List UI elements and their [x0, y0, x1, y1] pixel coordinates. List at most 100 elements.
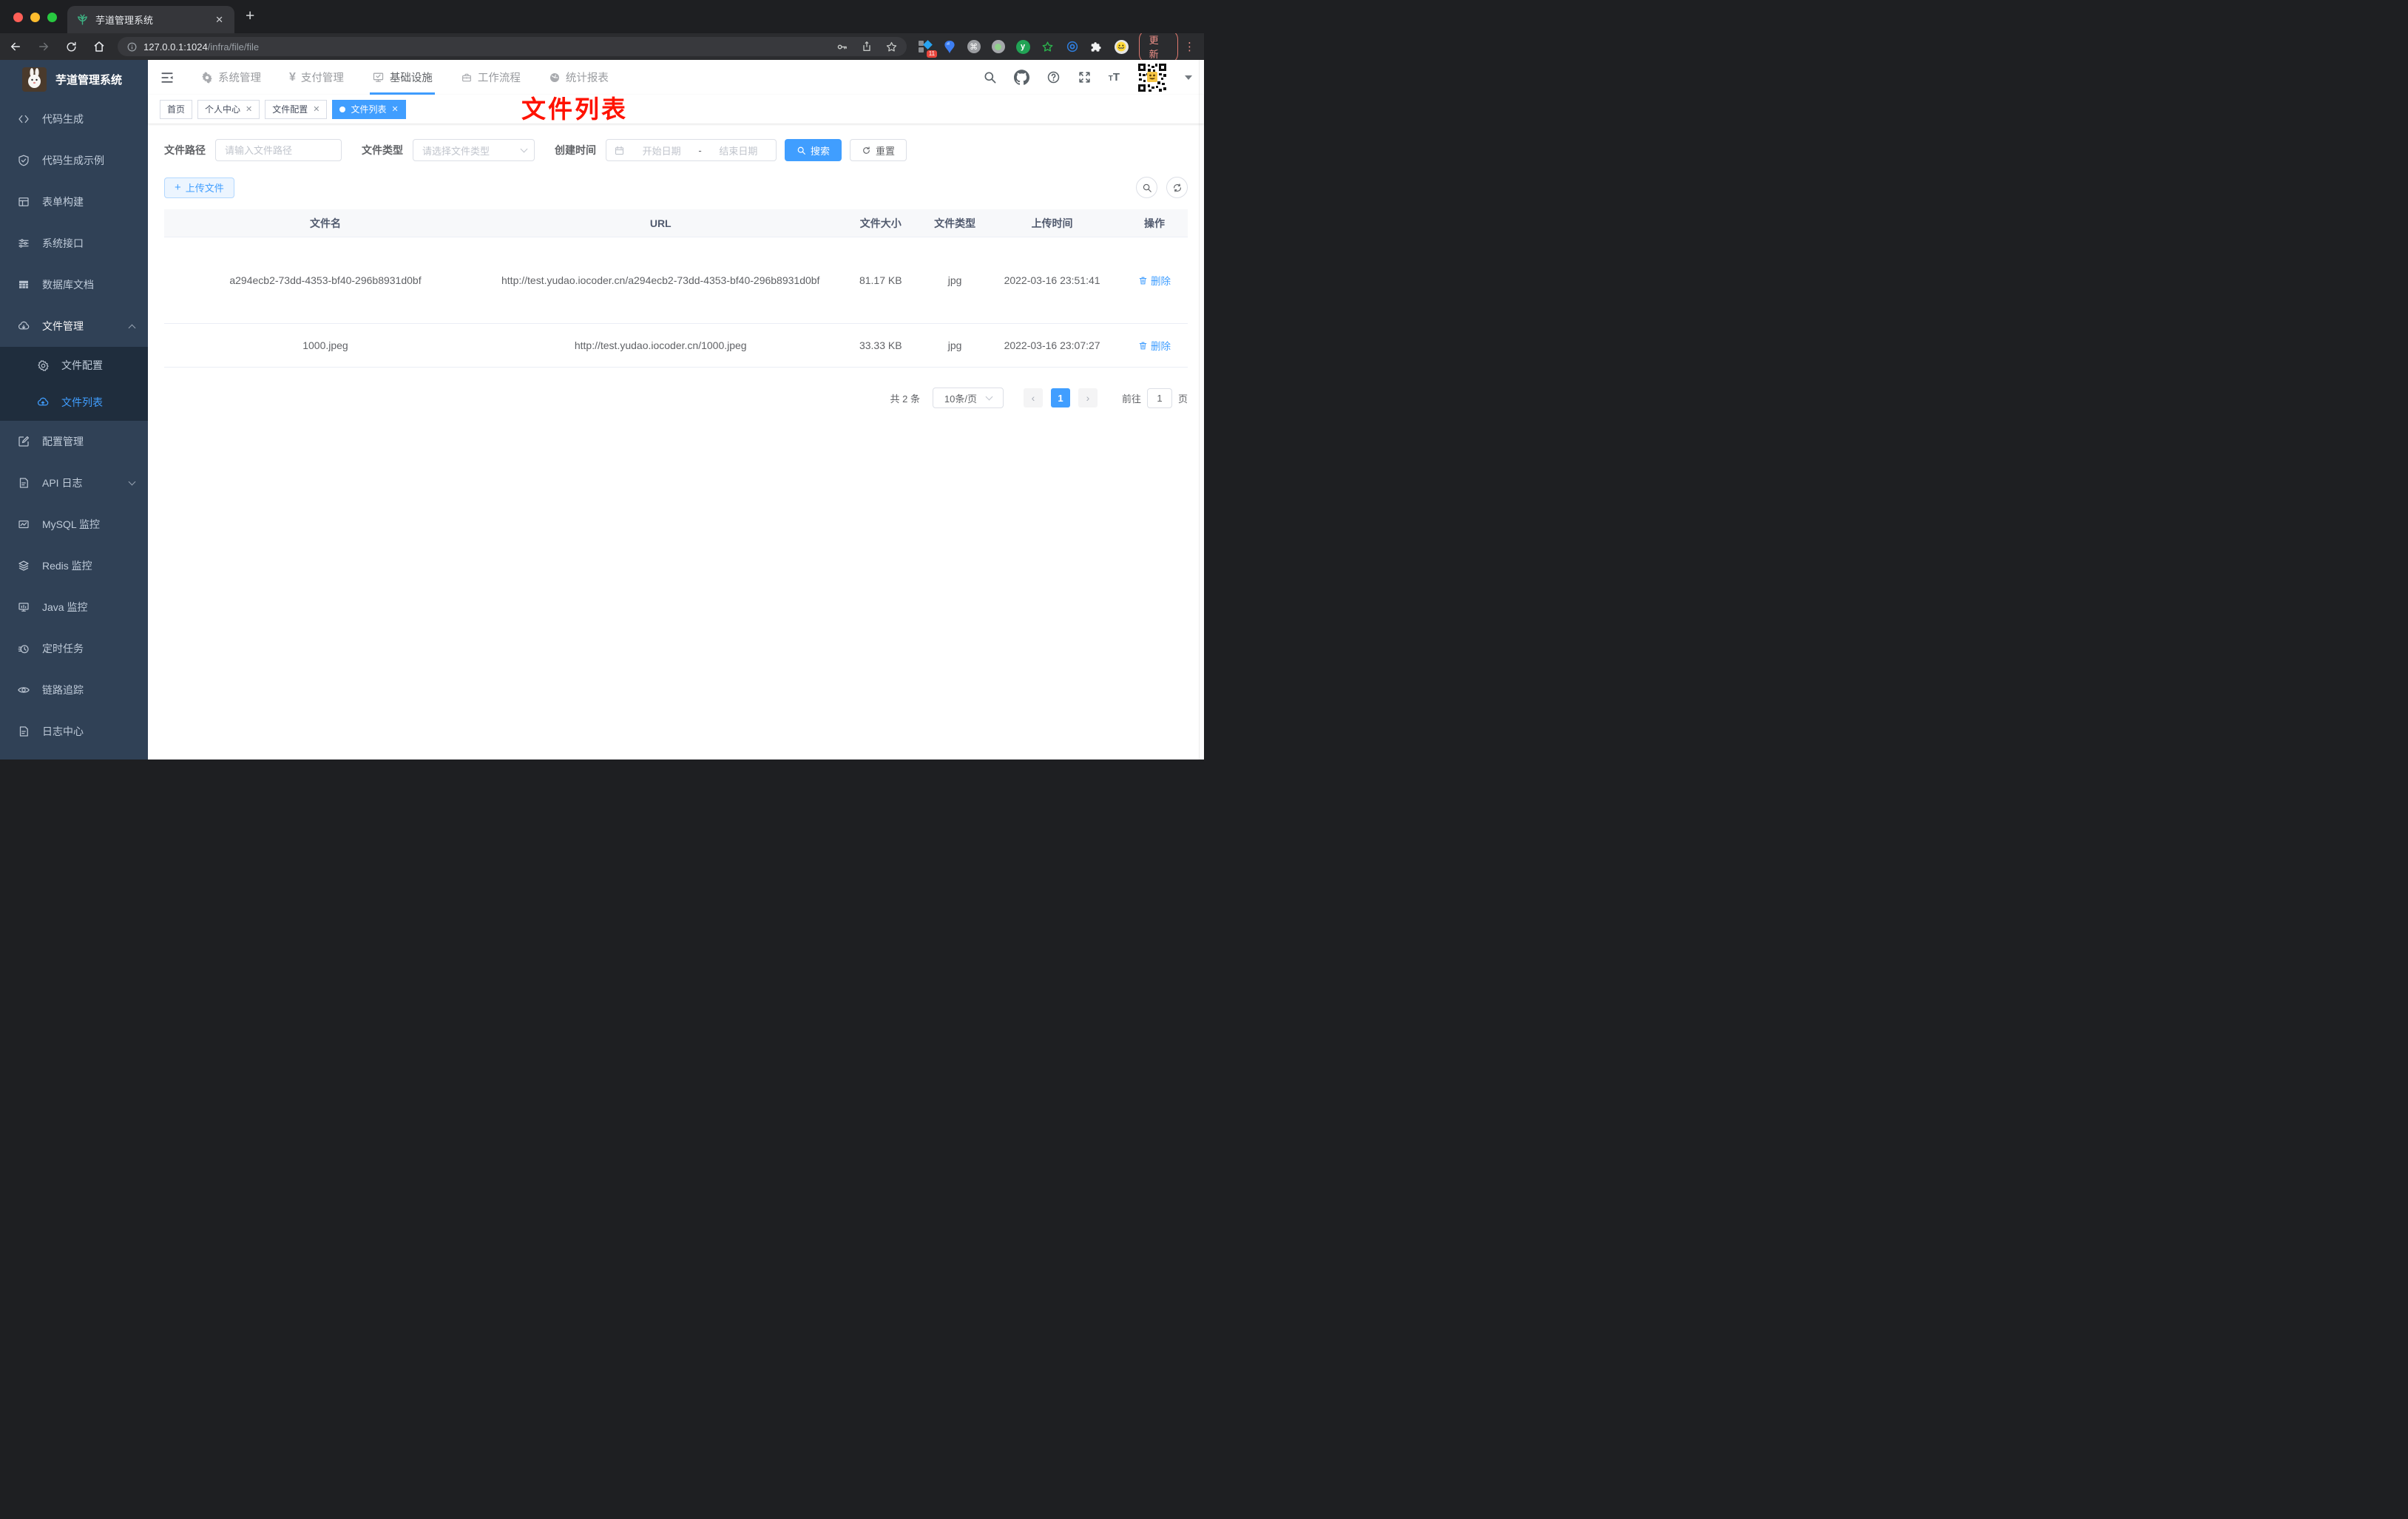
tag-profile[interactable]: 个人中心 ✕: [197, 99, 260, 119]
browser-toolbar: 127.0.0.1:1024/infra/file/file 11 ⌘ y 更新…: [0, 30, 1204, 64]
page-size-select[interactable]: 10条/页: [932, 388, 1004, 408]
password-key-icon[interactable]: [836, 41, 848, 53]
col-header-filename: 文件名: [309, 217, 341, 229]
extension-eye-blue-icon[interactable]: [1066, 40, 1079, 53]
topnav-workflow[interactable]: 工作流程: [461, 60, 521, 95]
plus-icon: +: [175, 181, 181, 194]
end-date-placeholder[interactable]: 结束日期: [708, 143, 768, 158]
prev-page-button[interactable]: ‹: [1023, 388, 1043, 407]
url-path: /infra/file/file: [207, 41, 260, 53]
toggle-search-button[interactable]: [1136, 177, 1157, 198]
window-controls[interactable]: [13, 13, 57, 22]
back-icon[interactable]: [9, 40, 22, 53]
tag-file-config[interactable]: 文件配置 ✕: [265, 99, 328, 119]
file-type-select[interactable]: 请选择文件类型: [413, 139, 535, 161]
refresh-table-button[interactable]: [1166, 177, 1188, 198]
col-header-actions: 操作: [1143, 217, 1165, 229]
goto-page-input[interactable]: [1146, 388, 1172, 408]
edit-square-icon: [16, 435, 31, 448]
page-unit-label: 页: [1177, 393, 1188, 405]
table-row: a294ecb2-73dd-4353-bf40-296b8931d0bf htt…: [164, 237, 1188, 324]
sidebar-item-code-demo[interactable]: 代码生成示例: [0, 140, 148, 181]
browser-menu-kebab-icon[interactable]: ⋮: [1184, 41, 1195, 53]
close-window-button[interactable]: [13, 13, 23, 22]
bookmark-star-icon[interactable]: [885, 41, 898, 53]
forward-icon[interactable]: [37, 40, 50, 53]
sidebar-item-api-log[interactable]: API 日志: [0, 462, 148, 504]
sidebar-item-redis-monitor[interactable]: Redis 监控: [0, 545, 148, 586]
create-time-label: 创建时间: [555, 144, 596, 156]
search-button[interactable]: 搜索: [785, 139, 842, 161]
page-number-1[interactable]: 1: [1050, 388, 1070, 407]
close-icon[interactable]: ✕: [313, 104, 319, 114]
sidebar-item-config-management[interactable]: 配置管理: [0, 421, 148, 462]
tab-close-icon[interactable]: ✕: [213, 14, 226, 26]
sidebar-item-java-monitor[interactable]: Java 监控: [0, 586, 148, 628]
help-icon[interactable]: [1046, 70, 1061, 84]
next-page-button[interactable]: ›: [1078, 388, 1098, 407]
reload-icon[interactable]: [65, 41, 78, 53]
col-header-size: 文件大小: [859, 217, 902, 229]
extension-pin-icon[interactable]: [943, 40, 956, 53]
sidebar-item-form-builder[interactable]: 表单构建: [0, 181, 148, 223]
github-icon[interactable]: [1013, 70, 1029, 85]
extension-tag-manager-icon[interactable]: 11: [918, 40, 937, 58]
minimize-window-button[interactable]: [30, 13, 40, 22]
sidebar-fold-icon[interactable]: [160, 70, 175, 85]
cell-type: jpg: [947, 339, 962, 351]
tag-file-list[interactable]: 文件列表 ✕: [332, 99, 406, 119]
page-scrollbar[interactable]: [1199, 60, 1204, 760]
home-icon[interactable]: [92, 40, 106, 53]
sidebar-item-file-management[interactable]: 文件管理: [0, 305, 148, 347]
sidebar-item-log-center[interactable]: 日志中心: [0, 711, 148, 752]
extension-command-icon[interactable]: ⌘: [967, 40, 981, 53]
close-icon[interactable]: ✕: [246, 104, 252, 114]
sliders-icon: [16, 237, 31, 250]
extension-puzzle-icon[interactable]: [1090, 40, 1103, 53]
url-bar[interactable]: 127.0.0.1:1024/infra/file/file: [118, 37, 907, 56]
chevron-down-icon: [520, 145, 528, 153]
delete-button[interactable]: 删除: [1138, 273, 1171, 288]
extension-gray-dot-icon[interactable]: [991, 40, 1005, 53]
reset-button[interactable]: 重置: [850, 139, 907, 161]
monitor-check-icon: [372, 71, 385, 84]
font-size-icon[interactable]: TT: [1109, 71, 1120, 84]
sidebar-item-mysql-monitor[interactable]: MySQL 监控: [0, 504, 148, 545]
browser-update-button[interactable]: 更新: [1138, 30, 1178, 64]
filter-form: 文件路径 文件类型 请选择文件类型 创建时间 开始日期 - 结束日期: [164, 139, 1188, 161]
sidebar-item-scheduled-tasks[interactable]: 定时任务: [0, 628, 148, 669]
site-info-icon[interactable]: [126, 41, 138, 53]
extension-y-green-icon[interactable]: y: [1015, 39, 1030, 54]
avatar[interactable]: [1137, 61, 1168, 93]
caret-down-icon[interactable]: [1185, 75, 1192, 80]
extension-emoji-icon[interactable]: [1114, 39, 1129, 54]
date-range-picker[interactable]: 开始日期 - 结束日期: [606, 139, 777, 161]
topnav-system-management[interactable]: 系统管理: [201, 60, 261, 95]
timer-icon: [16, 642, 31, 655]
browser-tab[interactable]: 芋道管理系统 ✕: [67, 6, 234, 33]
start-date-placeholder[interactable]: 开始日期: [632, 143, 691, 158]
close-icon[interactable]: ✕: [392, 104, 399, 114]
file-path-input-wrap: [215, 139, 342, 161]
sidebar-item-code-gen[interactable]: 代码生成: [0, 98, 148, 140]
topnav-infrastructure[interactable]: 基础设施: [369, 60, 435, 95]
sidebar-item-system-api[interactable]: 系统接口: [0, 223, 148, 264]
sidebar-item-file-list[interactable]: 文件列表: [0, 384, 148, 421]
upload-file-button[interactable]: + 上传文件: [164, 177, 234, 198]
topnav-payment-management[interactable]: ¥ 支付管理: [289, 60, 344, 95]
delete-button[interactable]: 删除: [1138, 338, 1171, 353]
sidebar-logo-row[interactable]: 芋道管理系统: [0, 60, 148, 98]
search-icon[interactable]: [983, 70, 997, 84]
favicon-plant-icon: [76, 13, 89, 26]
fullscreen-icon[interactable]: [1078, 70, 1092, 84]
red-annotation-text: 文件列表: [521, 95, 628, 123]
sidebar-item-db-doc[interactable]: 数据库文档: [0, 264, 148, 305]
sidebar-item-file-config[interactable]: 文件配置: [0, 347, 148, 384]
share-icon[interactable]: [861, 41, 873, 53]
file-path-input[interactable]: [216, 144, 341, 156]
tag-home[interactable]: 首页: [160, 99, 193, 119]
new-tab-button[interactable]: +: [246, 8, 254, 24]
extension-star-green-icon[interactable]: [1041, 40, 1055, 53]
sidebar-item-trace[interactable]: 链路追踪: [0, 669, 148, 711]
zoom-window-button[interactable]: [47, 13, 57, 22]
